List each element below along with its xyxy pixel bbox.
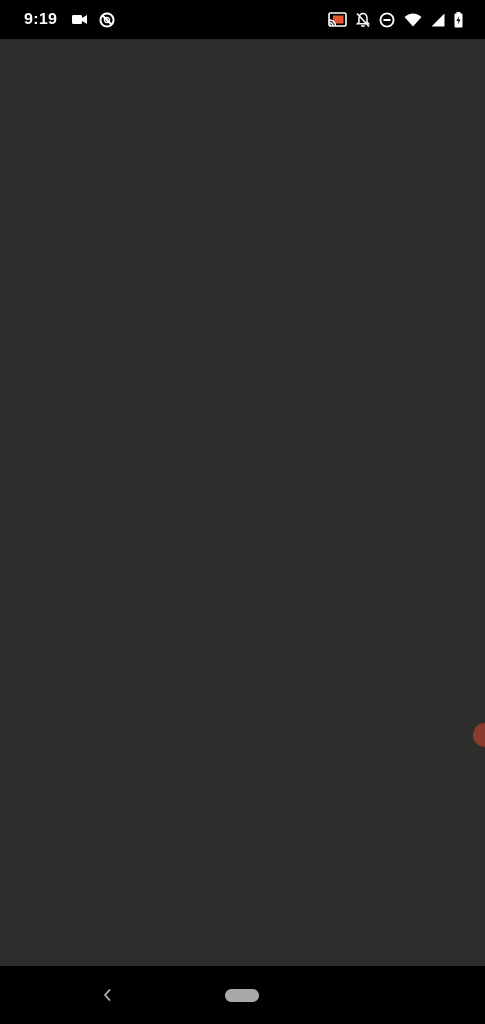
- status-bar-right: [328, 0, 463, 39]
- dnd-minus-icon: [379, 12, 395, 28]
- navigation-bar: [0, 966, 485, 1024]
- screen: 9:19: [0, 0, 485, 1024]
- wifi-icon: [404, 13, 422, 27]
- status-bar-left: 9:19: [24, 0, 115, 39]
- battery-icon: [454, 11, 463, 28]
- status-clock: 9:19: [24, 10, 58, 28]
- notifications-off-icon: [356, 12, 370, 28]
- signal-icon: [431, 13, 445, 27]
- app-content-area: [0, 39, 485, 966]
- video-camera-icon: [72, 14, 88, 25]
- status-bar: 9:19: [0, 0, 485, 39]
- edge-floating-handle[interactable]: [473, 723, 485, 747]
- do-not-disturb-alt-icon: [99, 12, 115, 28]
- back-icon[interactable]: [96, 981, 118, 1009]
- home-pill-button[interactable]: [225, 989, 259, 1002]
- cast-icon: [328, 12, 347, 27]
